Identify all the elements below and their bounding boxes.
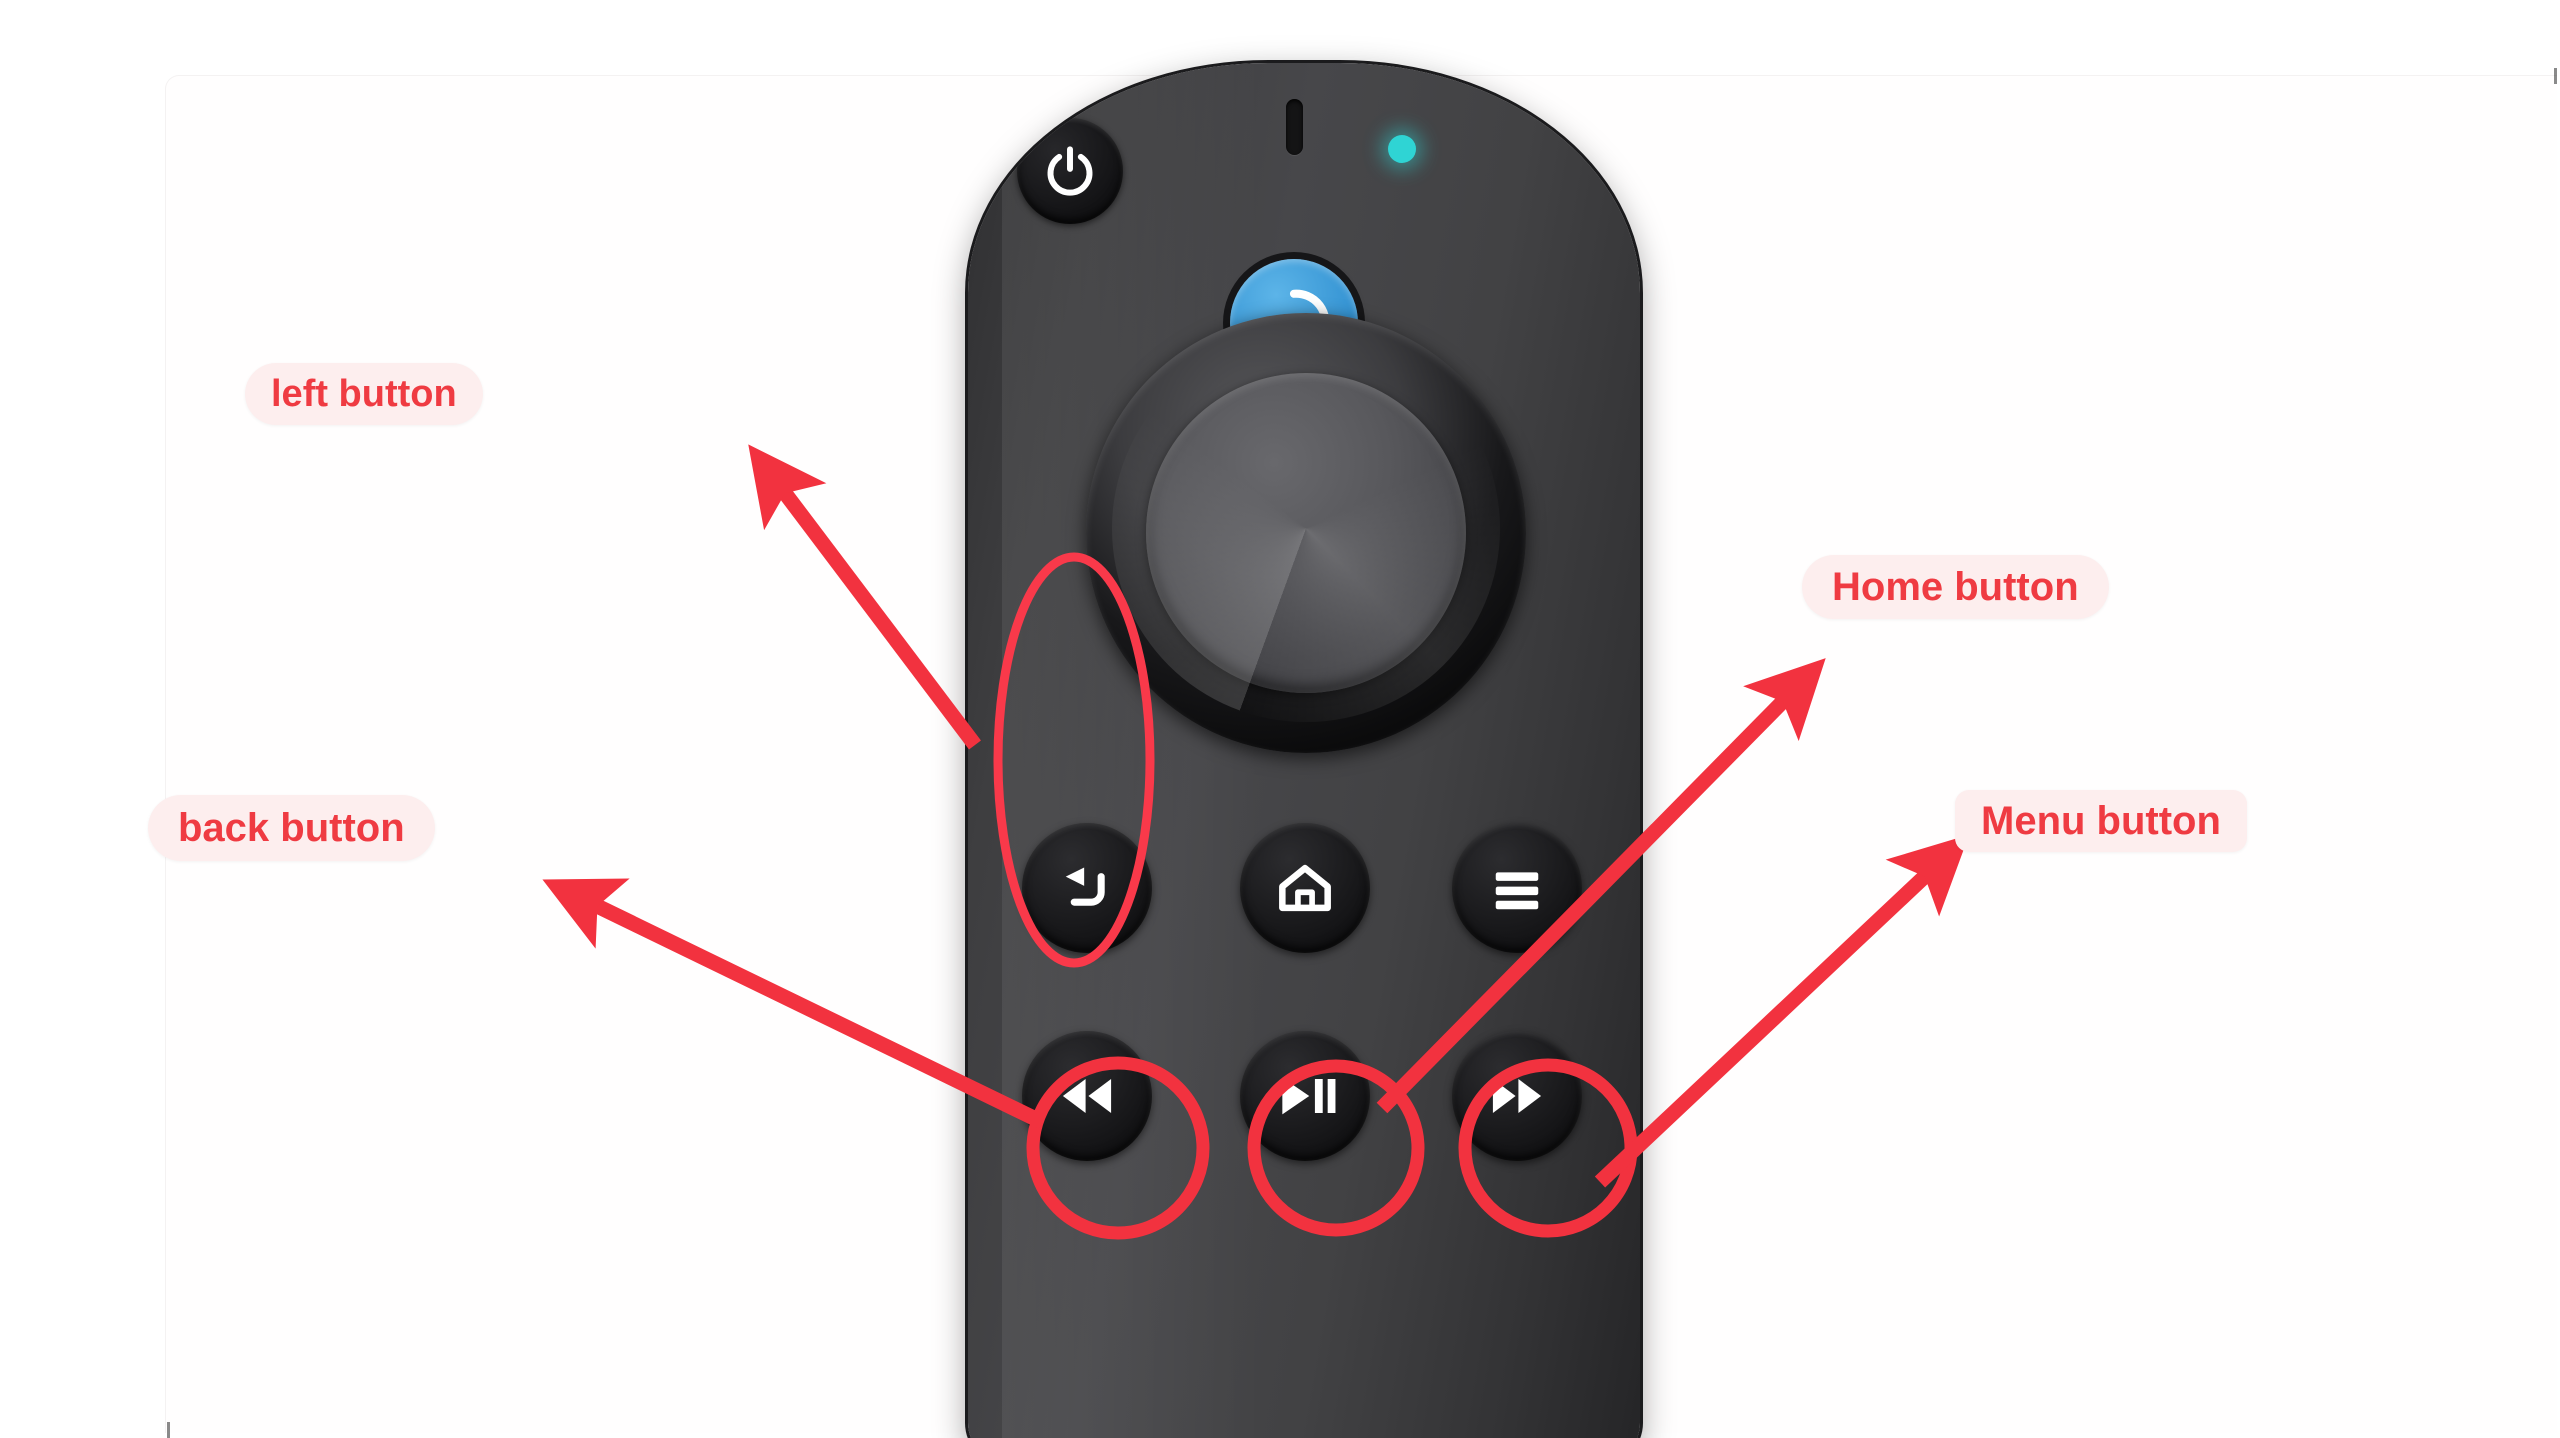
menu-button[interactable] — [1452, 823, 1582, 953]
select-button[interactable] — [1146, 373, 1466, 693]
left-button-label: left button — [245, 363, 483, 425]
fast-forward-button[interactable] — [1452, 1031, 1582, 1161]
back-arrow-icon — [1065, 867, 1105, 906]
home-button[interactable] — [1240, 823, 1370, 953]
navigation-ring[interactable] — [1086, 313, 1526, 753]
rewind-button[interactable] — [1022, 1031, 1152, 1161]
screenshot-root: left button back button Home button Menu… — [0, 0, 2560, 1438]
back-button-label: back button — [148, 795, 435, 861]
power-icon — [1047, 146, 1093, 196]
fire-tv-remote — [968, 63, 1640, 1438]
card-edge-tick-bottom-left — [167, 1422, 170, 1438]
play-pause-icon — [1282, 1077, 1336, 1115]
home-button-label: Home button — [1802, 555, 2109, 619]
hamburger-menu-icon — [1495, 872, 1539, 910]
home-icon — [1279, 864, 1331, 912]
menu-button-label: Menu button — [1955, 790, 2247, 852]
back-button[interactable] — [1022, 823, 1152, 953]
play-pause-button[interactable] — [1240, 1031, 1370, 1161]
card-edge-tick-top-right — [2554, 68, 2557, 84]
fast-forward-icon — [1492, 1079, 1542, 1113]
led-indicator-icon — [1388, 135, 1416, 163]
microphone-slot-icon — [1286, 99, 1303, 155]
power-button[interactable] — [1017, 118, 1123, 224]
rewind-icon — [1062, 1079, 1112, 1113]
